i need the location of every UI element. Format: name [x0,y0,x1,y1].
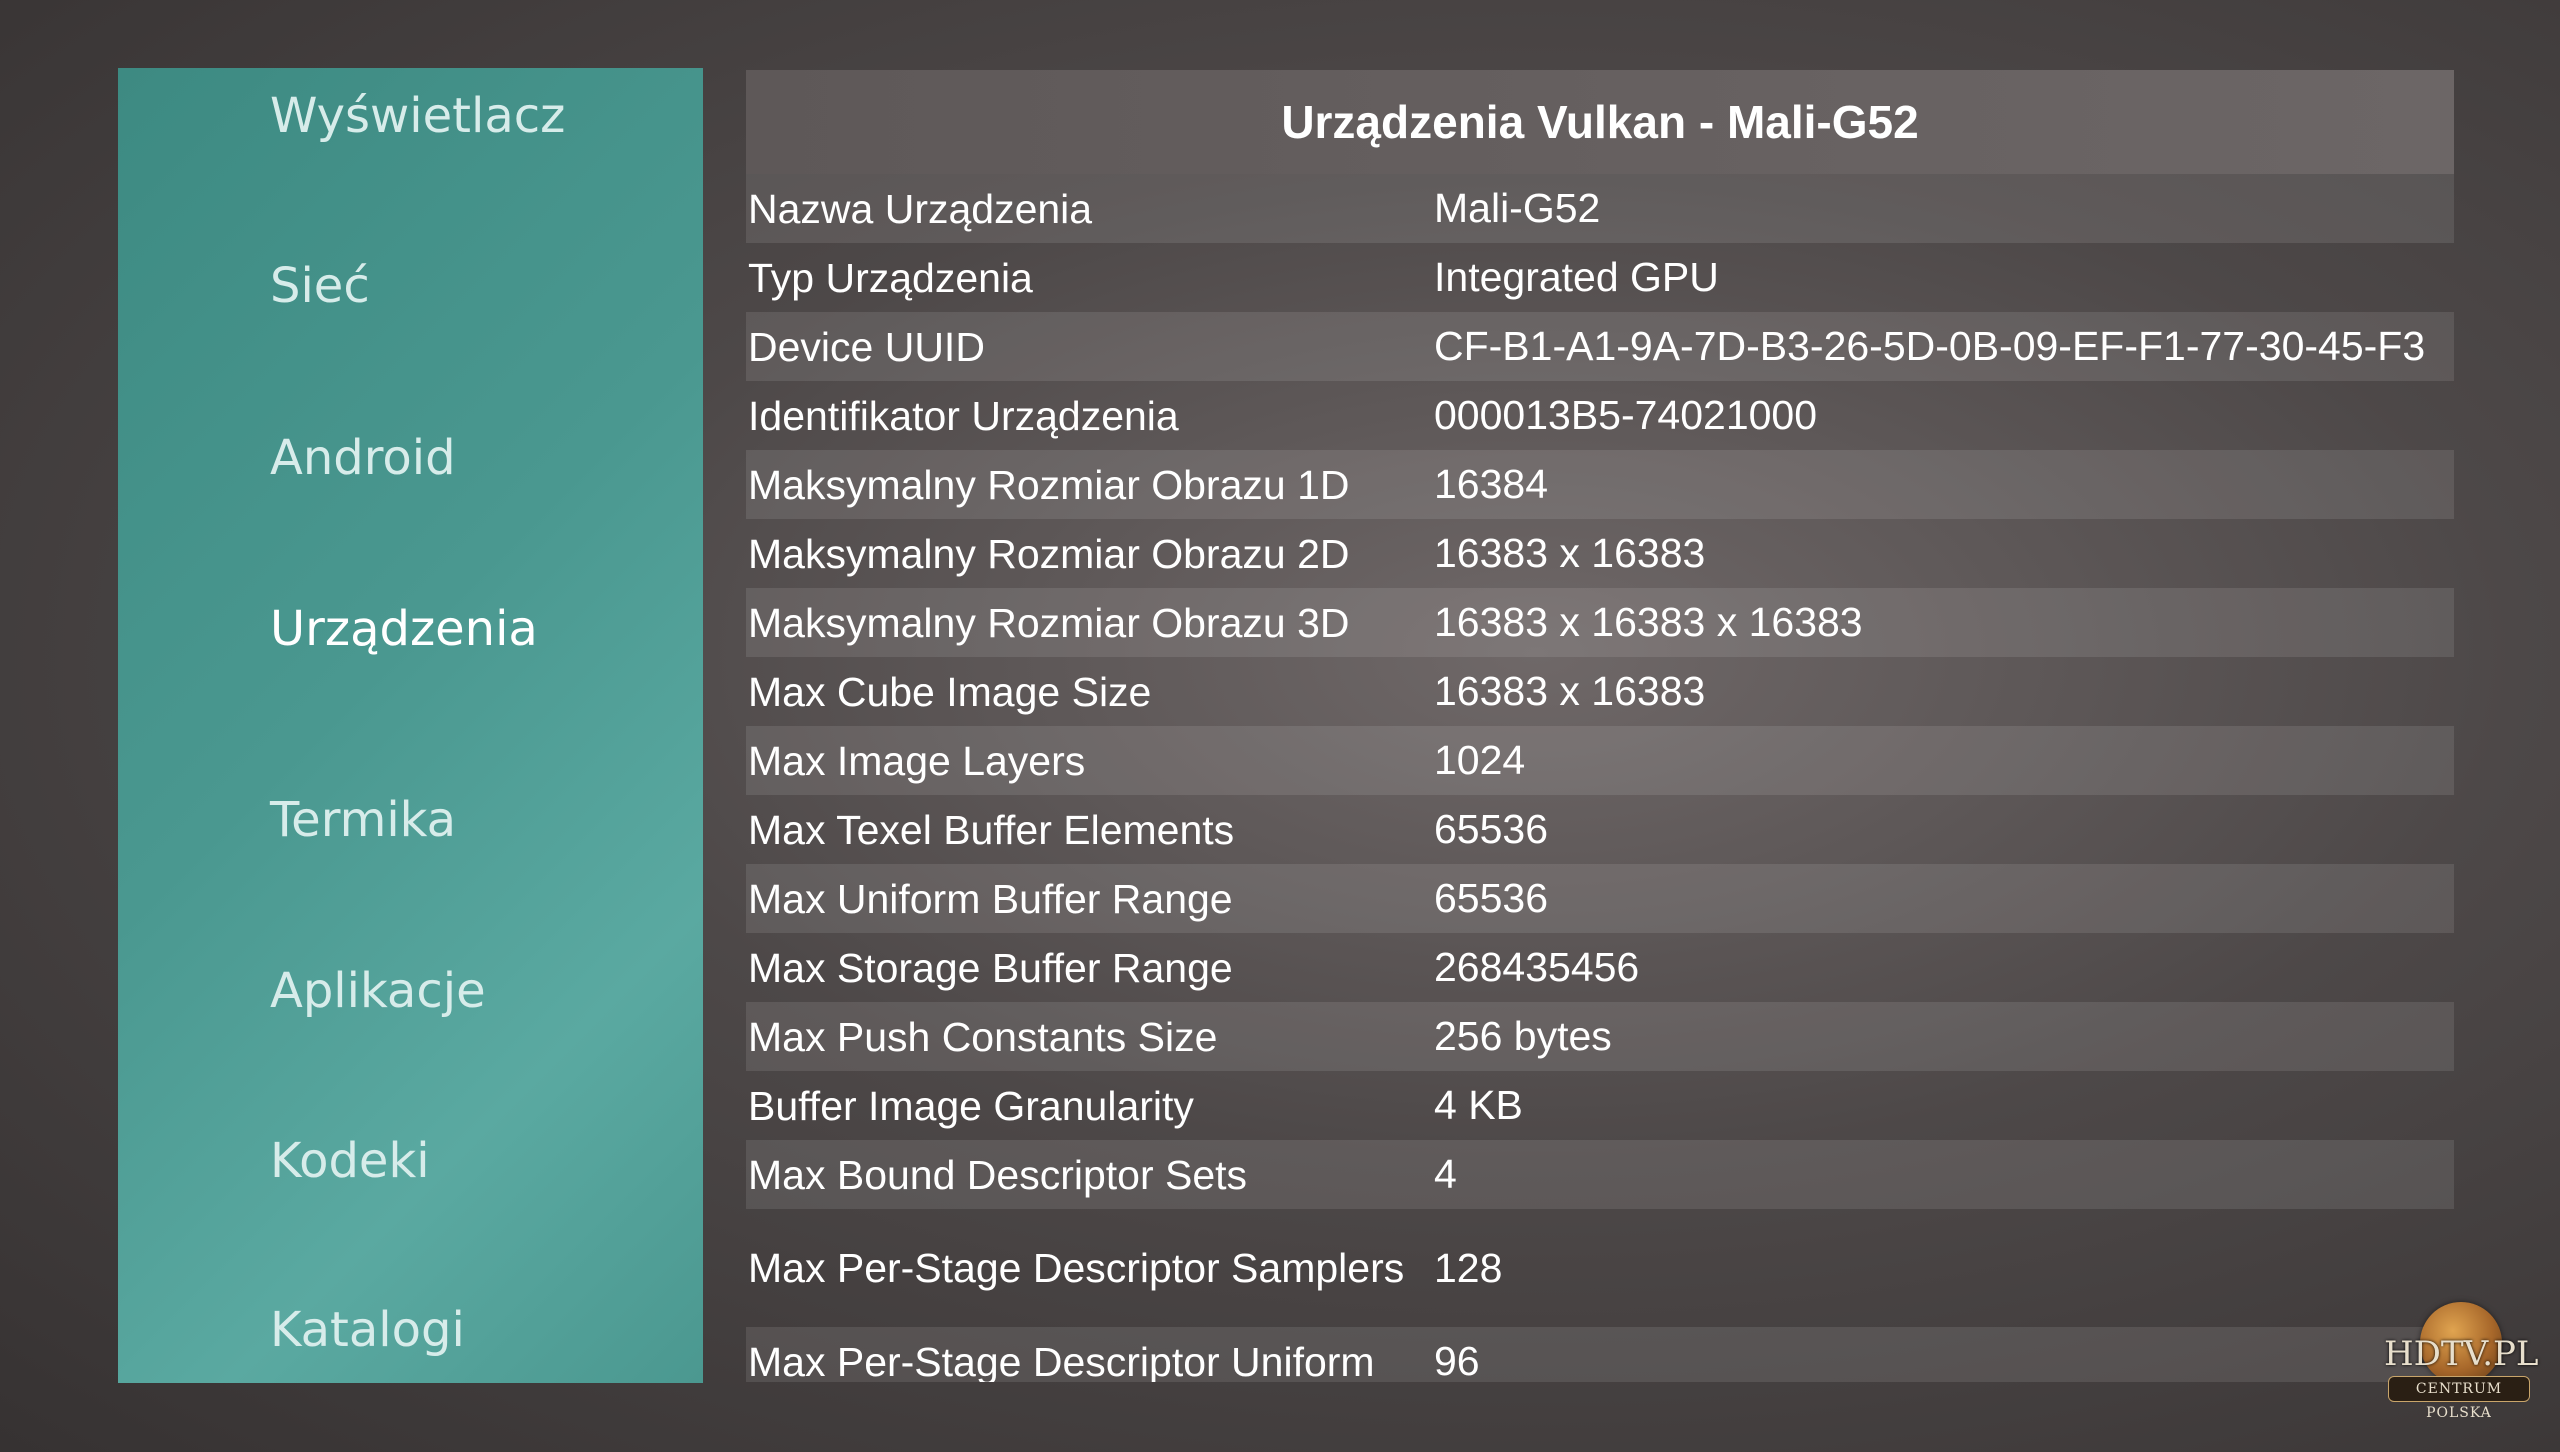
table-row: Max Image Layers 1024 [746,726,2454,795]
sidebar-item-termika[interactable]: Termika [270,792,456,848]
table-row: Max Push Constants Size 256 bytes [746,1002,2454,1071]
row-value: 1024 [1434,737,1526,783]
table-row: Max Texel Buffer Elements 65536 [746,795,2454,864]
sidebar: Wyświetlacz Sieć Android Urządzenia Term… [118,68,703,1383]
row-value: 4 KB [1434,1082,1523,1128]
table-row: Max Bound Descriptor Sets 4 [746,1140,2454,1209]
row-key: Identifikator Urządzenia [748,392,1179,439]
row-key: Nazwa Urządzenia [748,185,1093,232]
row-key: Max Uniform Buffer Range [748,875,1233,922]
panel-title: Urządzenia Vulkan - Mali-G52 [746,70,2454,174]
watermark-title: HDTV.PL [2384,1334,2539,1374]
table-row: Max Cube Image Size 16383 x 16383 [746,657,2454,726]
table-row: Buffer Image Granularity 4 KB [746,1071,2454,1140]
row-key: Max Cube Image Size [748,668,1152,715]
device-info-panel[interactable]: Urządzenia Vulkan - Mali-G52 Nazwa Urząd… [746,70,2454,1382]
row-value: 65536 [1434,875,1549,921]
table-row: Maksymalny Rozmiar Obrazu 1D 16384 [746,450,2454,519]
sidebar-item-kodeki[interactable]: Kodeki [270,1133,430,1189]
sidebar-item-wyswietlacz[interactable]: Wyświetlacz [270,88,565,144]
table-row: Maksymalny Rozmiar Obrazu 3D 16383 x 163… [746,588,2454,657]
table-row: Nazwa Urządzenia Mali-G52 [746,174,2454,243]
row-key: Typ Urządzenia [748,254,1033,301]
table-row: Max Per-Stage Descriptor Uniform 96 [746,1327,2454,1382]
row-key: Max Bound Descriptor Sets [748,1151,1248,1198]
row-value: 16383 x 16383 [1434,668,1706,714]
table-row: Max Storage Buffer Range 268435456 [746,933,2454,1002]
row-value: 268435456 [1434,944,1640,990]
row-key: Max Push Constants Size [748,1013,1218,1060]
sidebar-item-urzadzenia[interactable]: Urządzenia [270,601,538,657]
table-row: Maksymalny Rozmiar Obrazu 2D 16383 x 163… [746,519,2454,588]
row-value: 16383 x 16383 [1434,530,1706,576]
row-key: Max Image Layers [748,737,1086,784]
row-value: 000013B5-74021000 [1434,392,1818,438]
row-key: Maksymalny Rozmiar Obrazu 1D [748,461,1350,508]
row-value: 16383 x 16383 x 16383 [1434,599,1863,645]
table-row: Max Uniform Buffer Range 65536 [746,864,2454,933]
row-value: 256 bytes [1434,1013,1612,1059]
row-key: Maksymalny Rozmiar Obrazu 3D [748,599,1350,646]
sidebar-item-android[interactable]: Android [270,430,456,486]
row-key: Maksymalny Rozmiar Obrazu 2D [748,530,1350,577]
table-row: Device UUID CF-B1-A1-9A-7D-B3-26-5D-0B-0… [746,312,2454,381]
watermark-logo: HDTV.PL CENTRUM POLSKA [2384,1298,2539,1428]
row-value: 65536 [1434,806,1549,852]
sidebar-item-aplikacje[interactable]: Aplikacje [270,963,486,1019]
sidebar-item-siec[interactable]: Sieć [270,258,370,314]
row-value: Integrated GPU [1434,254,1719,300]
row-value: Mali-G52 [1434,185,1601,231]
device-info-table: Nazwa Urządzenia Mali-G52 Typ Urządzenia… [746,174,2454,1382]
row-value: 16384 [1434,461,1549,507]
row-value: CF-B1-A1-9A-7D-B3-26-5D-0B-09-EF-F1-77-3… [1434,323,2426,369]
row-key: Max Per-Stage Descriptor Uniform [748,1338,1375,1383]
row-key: Device UUID [748,323,985,370]
row-value: 4 [1434,1151,1457,1197]
table-row: Typ Urządzenia Integrated GPU [746,243,2454,312]
row-key: Max Texel Buffer Elements [748,806,1235,853]
row-key: Max Storage Buffer Range [748,944,1233,991]
table-row: Identifikator Urządzenia 000013B5-740210… [746,381,2454,450]
table-row: Max Per-Stage Descriptor Samplers 128 [746,1209,2454,1327]
row-key: Max Per-Stage Descriptor Samplers [748,1245,1405,1291]
sidebar-item-katalogi[interactable]: Katalogi [270,1302,465,1358]
row-key: Buffer Image Granularity [748,1082,1194,1129]
watermark-subtitle: CENTRUM POLSKA [2388,1376,2530,1421]
row-value: 96 [1434,1338,1480,1382]
row-value: 128 [1434,1244,1503,1291]
